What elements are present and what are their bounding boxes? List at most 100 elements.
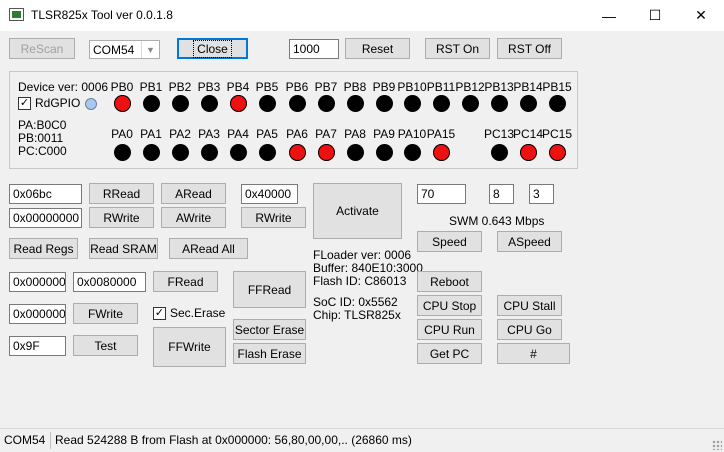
pin-label-pb13: PB13: [484, 80, 514, 94]
activate-button[interactable]: Activate: [313, 183, 402, 239]
hash-button[interactable]: #: [497, 343, 570, 364]
aread-all-button[interactable]: ARead All: [169, 238, 248, 259]
led-pa2[interactable]: [172, 144, 189, 161]
led-pb9[interactable]: [376, 95, 393, 112]
aread-button[interactable]: ARead: [161, 183, 226, 204]
fread-button[interactable]: FRead: [153, 271, 218, 292]
reset-button[interactable]: Reset: [345, 38, 410, 59]
pin-label-pb7: PB7: [314, 80, 338, 94]
flash-erase-button[interactable]: Flash Erase: [233, 343, 306, 364]
read-regs-button[interactable]: Read Regs: [9, 238, 78, 259]
sector-erase-button[interactable]: Sector Erase: [233, 319, 306, 340]
pin-label-pb6: PB6: [285, 80, 309, 94]
ram-addr-input[interactable]: 0x06bc: [9, 184, 82, 204]
maximize-icon[interactable]: ☐: [632, 0, 678, 31]
rescan-button[interactable]: ReScan: [9, 38, 75, 59]
led-pa1[interactable]: [143, 144, 160, 161]
led-pb7[interactable]: [318, 95, 335, 112]
led-pa10[interactable]: [404, 144, 421, 161]
status-separator: [50, 432, 51, 449]
flash-write-addr-input[interactable]: 0x000000: [9, 304, 66, 324]
led-pa8[interactable]: [347, 144, 364, 161]
ffwrite-button[interactable]: FFWrite: [153, 327, 226, 367]
cpu-stall-button[interactable]: CPU Stall: [497, 295, 562, 316]
aspeed-button[interactable]: ASpeed: [497, 231, 562, 252]
chevron-down-icon[interactable]: ▼: [141, 41, 159, 58]
pin-label-pb2: PB2: [168, 80, 192, 94]
sec-erase-checkbox[interactable]: ✓: [153, 307, 166, 320]
led-pb0[interactable]: [114, 95, 131, 112]
ram-value-input[interactable]: 0x00000000: [9, 208, 82, 228]
ffread-button[interactable]: FFRead: [233, 271, 306, 308]
led-pb13[interactable]: [491, 95, 508, 112]
pin-label-pb0: PB0: [110, 80, 134, 94]
com-port-select[interactable]: COM54 ▼: [89, 40, 160, 59]
flash-size-input[interactable]: 0x0080000: [73, 272, 146, 292]
led-pc13[interactable]: [491, 144, 508, 161]
awrite-button[interactable]: AWrite: [161, 207, 226, 228]
led-pb2[interactable]: [172, 95, 189, 112]
pin-label-pc15: PC15: [541, 127, 573, 141]
led-pb6[interactable]: [289, 95, 306, 112]
rread-button[interactable]: RRead: [89, 183, 154, 204]
swm-value2-input[interactable]: 8: [489, 184, 514, 204]
led-pa7[interactable]: [318, 144, 335, 161]
led-pb8[interactable]: [347, 95, 364, 112]
swm-value1-input[interactable]: 70: [417, 184, 466, 204]
cpu-stop-button[interactable]: CPU Stop: [417, 295, 482, 316]
flash-id: Flash ID: C86013: [313, 274, 407, 288]
rst-on-button[interactable]: RST On: [425, 38, 490, 59]
pin-label-pb11: PB11: [426, 80, 456, 94]
rdgpio-checkbox[interactable]: ✓: [18, 97, 31, 110]
read-sram-button[interactable]: Read SRAM: [89, 238, 158, 259]
status-message: Read 524288 B from Flash at 0x000000: 56…: [55, 433, 412, 447]
reboot-button[interactable]: Reboot: [417, 271, 482, 292]
baud-input[interactable]: 1000: [289, 39, 339, 59]
pin-label-pa8: PA8: [344, 127, 366, 141]
flash-addr-input[interactable]: 0x000000: [9, 272, 66, 292]
led-pb15[interactable]: [549, 95, 566, 112]
close-window-icon[interactable]: ✕: [678, 0, 724, 31]
swm-value3-input[interactable]: 3: [529, 184, 554, 204]
rst-off-button[interactable]: RST Off: [497, 38, 562, 59]
led-pb12[interactable]: [462, 95, 479, 112]
led-pa6[interactable]: [289, 144, 306, 161]
led-pa3[interactable]: [201, 144, 218, 161]
led-pb11[interactable]: [433, 95, 450, 112]
close-port-button[interactable]: Close: [177, 38, 248, 59]
rdgpio-indicator: [85, 98, 97, 110]
pin-label-pb10: PB10: [397, 80, 427, 94]
led-pb10[interactable]: [404, 95, 421, 112]
led-pa5[interactable]: [259, 144, 276, 161]
pin-label-pb5: PB5: [255, 80, 279, 94]
cpu-run-button[interactable]: CPU Run: [417, 319, 482, 340]
get-pc-button[interactable]: Get PC: [417, 343, 482, 364]
led-pb4[interactable]: [230, 95, 247, 112]
led-pa0[interactable]: [114, 144, 131, 161]
resize-grip-icon[interactable]: [712, 440, 722, 450]
led-pb1[interactable]: [143, 95, 160, 112]
pin-label-pa10: PA10: [397, 127, 427, 141]
cpu-go-button[interactable]: CPU Go: [497, 319, 562, 340]
fwrite-button[interactable]: FWrite: [73, 303, 138, 324]
led-pc14[interactable]: [520, 144, 537, 161]
led-pa9[interactable]: [376, 144, 393, 161]
floader-version: FLoader ver: 0006: [313, 248, 412, 262]
test-button[interactable]: Test: [73, 335, 138, 356]
rwrite2-button[interactable]: RWrite: [241, 207, 306, 228]
led-pa4[interactable]: [230, 144, 247, 161]
led-pa15[interactable]: [433, 144, 450, 161]
test-value-input[interactable]: 0x9F: [9, 336, 66, 356]
led-pb5[interactable]: [259, 95, 276, 112]
speed-button[interactable]: Speed: [417, 231, 482, 252]
minimize-icon[interactable]: —: [586, 0, 632, 31]
pin-label-pb8: PB8: [343, 80, 367, 94]
rwrite-button[interactable]: RWrite: [89, 207, 154, 228]
led-pb14[interactable]: [520, 95, 537, 112]
abs-addr-input[interactable]: 0x40000: [241, 184, 298, 204]
led-pb3[interactable]: [201, 95, 218, 112]
pin-label-pa5: PA5: [256, 127, 278, 141]
pin-label-pa9: PA9: [373, 127, 395, 141]
buffer-info: Buffer: 840E10:3000: [313, 261, 423, 275]
led-pc15[interactable]: [549, 144, 566, 161]
